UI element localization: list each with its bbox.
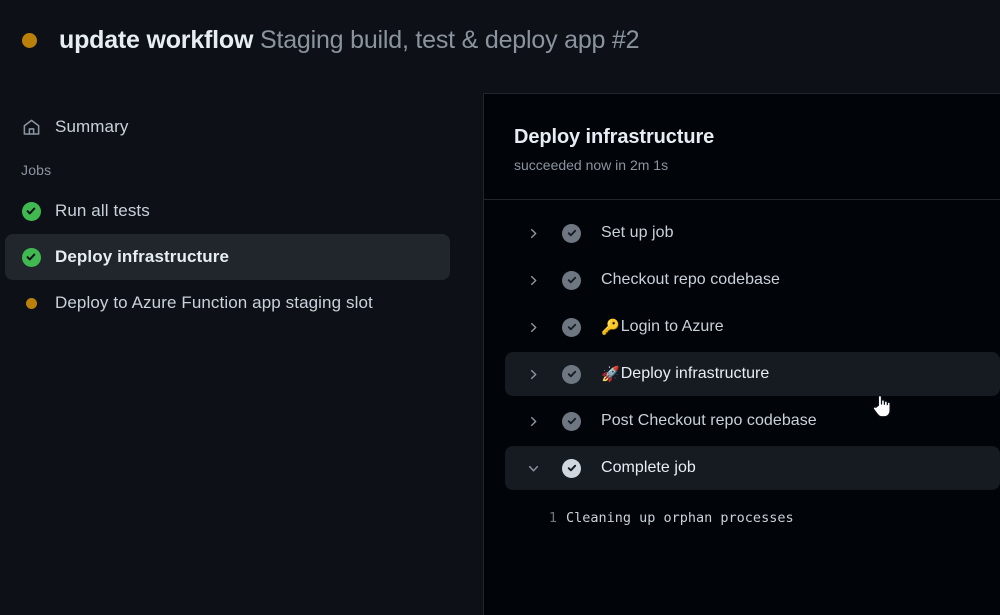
check-circle-icon — [562, 223, 581, 243]
step-label: Login to Azure — [620, 318, 724, 335]
step-label: Post Checkout repo codebase — [601, 412, 817, 429]
log-line-text: Cleaning up orphan processes — [566, 510, 794, 526]
pending-dot-icon — [22, 32, 37, 48]
step-label: Set up job — [601, 224, 674, 241]
log-line-number: 1 — [548, 510, 557, 526]
check-circle-icon — [21, 201, 41, 221]
step-label: Complete job — [601, 459, 696, 476]
check-circle-icon — [562, 364, 581, 384]
sidebar-item-label: Deploy infrastructure — [55, 247, 230, 266]
chevron-right-icon — [526, 320, 540, 334]
sidebar-item-summary[interactable]: Summary — [5, 104, 450, 150]
step-row[interactable]: 🚀 Deploy infrastructure — [505, 352, 1000, 396]
commit-message: update workflow — [59, 26, 254, 54]
chevron-down-icon — [526, 461, 540, 475]
workflow-run-page: update workflow Staging build, test & de… — [0, 0, 1000, 615]
step-log-output[interactable]: 1 Cleaning up orphan processes — [484, 493, 1000, 529]
sidebar-item-label: Run all tests — [55, 201, 150, 220]
chevron-right-icon — [526, 367, 540, 381]
step-row[interactable]: 🔑 Login to Azure — [505, 305, 1000, 349]
check-circle-icon — [21, 247, 41, 267]
check-circle-icon — [562, 270, 581, 290]
run-header: update workflow Staging build, test & de… — [0, 0, 1000, 80]
chevron-right-icon — [526, 414, 540, 428]
home-icon — [21, 117, 41, 137]
job-status-summary: succeeded now in 2m 1s — [514, 157, 669, 173]
sidebar-item-label: Summary — [55, 117, 129, 136]
chevron-right-icon — [526, 273, 540, 287]
job-title: Deploy infrastructure — [514, 126, 715, 148]
sidebar-item-label: Deploy to Azure Function app staging slo… — [55, 293, 373, 312]
step-label: Checkout repo codebase — [601, 271, 780, 288]
page-title: update workflow Staging build, test & de… — [59, 25, 640, 55]
step-row[interactable]: Complete job — [505, 446, 1000, 490]
check-circle-icon — [562, 411, 581, 431]
step-list: Set up job Checkout repo codebase 🔑 Logi… — [484, 200, 1000, 529]
pending-dot-icon — [21, 293, 41, 313]
rocket-emoji-icon: 🚀 — [601, 365, 620, 383]
workflow-run-name: Staging build, test & deploy app #2 — [259, 26, 640, 54]
check-circle-icon — [562, 317, 581, 337]
check-circle-icon — [562, 458, 581, 478]
key-emoji-icon: 🔑 — [601, 318, 620, 336]
step-row[interactable]: Set up job — [505, 211, 1000, 255]
sidebar-item-deploy-infrastructure[interactable]: Deploy infrastructure — [5, 234, 450, 280]
job-detail-panel: Deploy infrastructure succeeded now in 2… — [483, 93, 1000, 615]
jobs-section-label: Jobs — [21, 162, 52, 178]
log-line: 1 Cleaning up orphan processes — [484, 507, 1000, 529]
step-row[interactable]: Post Checkout repo codebase — [505, 399, 1000, 443]
job-detail-header: Deploy infrastructure succeeded now in 2… — [484, 94, 1000, 200]
step-label: Deploy infrastructure — [620, 365, 770, 382]
sidebar-item-deploy-to-azure-function-app-staging-slot[interactable]: Deploy to Azure Function app staging slo… — [5, 280, 450, 326]
sidebar-item-run-all-tests[interactable]: Run all tests — [5, 188, 450, 234]
sidebar: Summary Jobs Run all tests Deploy infras… — [0, 80, 483, 615]
chevron-right-icon — [526, 226, 540, 240]
step-row[interactable]: Checkout repo codebase — [505, 258, 1000, 302]
